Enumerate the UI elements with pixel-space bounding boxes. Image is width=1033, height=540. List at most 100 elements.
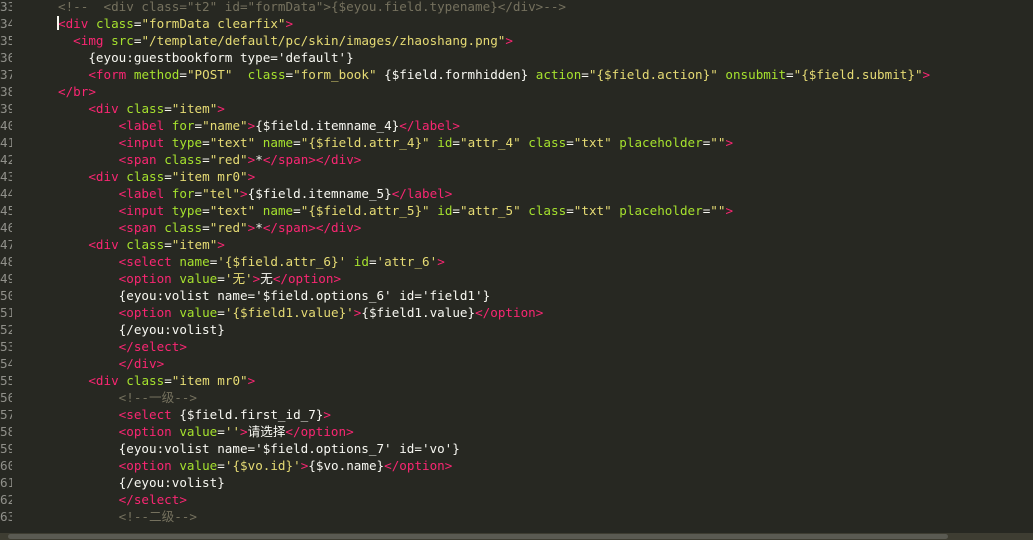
code-token: = — [566, 135, 574, 150]
code-token: = — [164, 373, 172, 388]
code-token: > — [725, 203, 734, 218]
code-line[interactable]: 49 <option value='无'>无</option> — [0, 270, 1033, 287]
code-line[interactable]: 59 {eyou:volist name='$field.options_7' … — [0, 440, 1033, 457]
code-line[interactable]: 61 {/eyou:volist} — [0, 474, 1033, 491]
code-line[interactable]: 51 <option value='{$field1.value}'>{$fie… — [0, 304, 1033, 321]
code-token: = — [452, 135, 460, 150]
line-code: <!--一级--> — [58, 389, 197, 406]
code-token: "attr_5" — [460, 203, 521, 218]
code-editor[interactable]: 33 <!-- <div class="t2" id="formData">{$e… — [0, 0, 1033, 540]
code-line[interactable]: 37 <form method="POST" class="form_book"… — [0, 66, 1033, 83]
code-token: class — [126, 373, 165, 388]
code-line[interactable]: 52 {/eyou:volist} — [0, 321, 1033, 338]
line-number: 58 — [0, 424, 12, 439]
code-line[interactable]: 41 <input type="text" name="{$field.attr… — [0, 134, 1033, 151]
code-token: {$vo.name} — [308, 458, 385, 473]
code-token: value — [179, 458, 218, 473]
code-line[interactable]: 46 <span class="red">*</span></div> — [0, 219, 1033, 236]
code-token: <select — [118, 407, 172, 422]
code-token: "formData clearfix" — [141, 16, 286, 31]
code-line[interactable]: 58 <option value=''>请选择</option> — [0, 423, 1033, 440]
code-line[interactable]: 53 </select> — [0, 338, 1033, 355]
code-line[interactable]: 43 <div class="item mr0"> — [0, 168, 1033, 185]
code-line[interactable]: 42 <span class="red">*</span></div> — [0, 151, 1033, 168]
code-token: '{$field.attr_6}' — [217, 254, 347, 269]
code-token: class — [164, 152, 203, 167]
code-token: = — [217, 305, 225, 320]
code-line[interactable]: 62 </select> — [0, 491, 1033, 508]
code-line[interactable]: 54 </div> — [0, 355, 1033, 372]
code-token: </option> — [475, 305, 544, 320]
code-token: = — [202, 203, 210, 218]
code-line[interactable]: 45 <input type="text" name="{$field.attr… — [0, 202, 1033, 219]
code-line[interactable]: 50 {eyou:volist name='$field.options_6' … — [0, 287, 1033, 304]
line-code: <form method="POST" class="form_book" {$… — [58, 66, 930, 83]
scrollbar-thumb[interactable] — [8, 534, 948, 539]
code-token: 请选择 — [247, 424, 286, 439]
code-lines[interactable]: 33 <!-- <div class="t2" id="formData">{$e… — [0, 0, 1033, 525]
line-code: <div class="item"> — [58, 100, 225, 117]
code-token: placeholder — [619, 203, 703, 218]
line-number: 44 — [0, 186, 12, 201]
code-token: "text" — [209, 203, 256, 218]
horizontal-scrollbar[interactable] — [0, 533, 1033, 540]
code-line[interactable]: 34 <div class="formData clearfix"> — [0, 15, 1033, 32]
line-number: 62 — [0, 492, 12, 507]
line-code: <input type="text" name="{$field.attr_4}… — [58, 134, 733, 151]
code-token: id — [353, 254, 369, 269]
code-line[interactable]: 40 <label for="name">{$field.itemname_4}… — [0, 117, 1033, 134]
code-line[interactable]: 36 {eyou:guestbookform type='default'} — [0, 49, 1033, 66]
code-line[interactable]: 56 <!--一级--> — [0, 389, 1033, 406]
code-token: src — [111, 33, 134, 48]
code-line[interactable]: 38 </br> — [0, 83, 1033, 100]
code-line[interactable]: 48 <select name='{$field.attr_6}' id='at… — [0, 253, 1033, 270]
code-token: <option — [118, 424, 172, 439]
line-code: <!-- <div class="t2" id="formData">{$eyo… — [58, 0, 566, 15]
code-line[interactable]: 47 <div class="item"> — [0, 236, 1033, 253]
line-number: 42 — [0, 152, 12, 167]
line-number: 38 — [0, 84, 12, 99]
code-token: class — [528, 135, 567, 150]
code-token: {eyou:guestbookform type='default'} — [58, 50, 354, 65]
code-token: </select> — [118, 492, 187, 507]
code-token: <span — [118, 220, 157, 235]
code-token: placeholder — [619, 135, 703, 150]
code-line[interactable]: 35 <img src="/template/default/pc/skin/i… — [0, 32, 1033, 49]
code-token: "{$field.submit}" — [793, 67, 923, 82]
code-line[interactable]: 55 <div class="item mr0"> — [0, 372, 1033, 389]
code-token: "tel" — [202, 186, 241, 201]
line-number: 51 — [0, 305, 12, 320]
line-number: 53 — [0, 339, 12, 354]
code-line[interactable]: 39 <div class="item"> — [0, 100, 1033, 117]
code-line[interactable]: 33 <!-- <div class="t2" id="formData">{$e… — [0, 0, 1033, 15]
line-number: 35 — [0, 33, 12, 48]
code-token: > — [505, 33, 513, 48]
code-token: type — [171, 135, 203, 150]
code-line[interactable]: 57 <select {$field.first_id_7}> — [0, 406, 1033, 423]
line-code: <option value='{$field1.value}'>{$field1… — [58, 304, 544, 321]
line-code: <input type="text" name="{$field.attr_5}… — [58, 202, 733, 219]
code-token: for — [171, 186, 195, 201]
code-line[interactable]: 60 <option value='{$vo.id}'>{$vo.name}</… — [0, 457, 1033, 474]
line-number: 34 — [0, 16, 12, 31]
line-number: 61 — [0, 475, 12, 490]
code-token: = — [217, 271, 225, 286]
line-code: <option value=''>请选择</option> — [58, 423, 354, 440]
code-token: "txt" — [573, 203, 612, 218]
code-token: 'attr_6' — [376, 254, 438, 269]
code-token: "item mr0" — [171, 373, 248, 388]
code-token: {eyou:volist name='$field.options_7' id=… — [58, 441, 460, 456]
code-line[interactable]: 44 <label for="tel">{$field.itemname_5}<… — [0, 185, 1033, 202]
code-line[interactable]: 63 <!--二级--> — [0, 508, 1033, 525]
code-token: = — [293, 135, 301, 150]
code-token: </div> — [118, 356, 165, 371]
code-token: = — [368, 254, 377, 269]
